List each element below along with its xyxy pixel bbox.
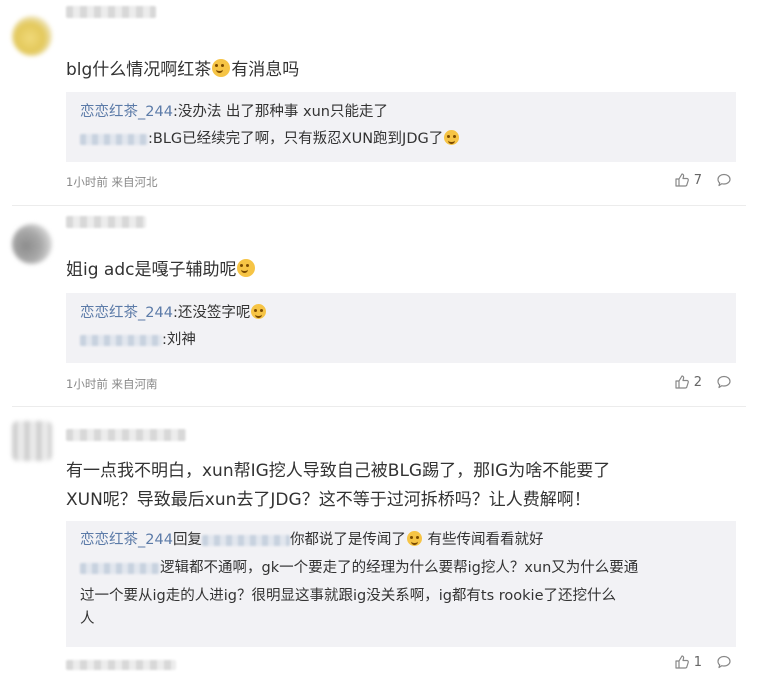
- comment-text: 有一点我不明白，xun帮IG挖人导致自己被BLG踢了，那IG为啥不能要了 XUN…: [66, 461, 611, 510]
- reply-author-blurred[interactable]: [80, 133, 148, 145]
- reply-item: 恋恋红茶_244:没办法 出了那种事 xun只能走了: [80, 104, 389, 120]
- comment-bubble-icon[interactable]: [716, 172, 732, 188]
- comment-card: blg什么情况啊红茶 有消息吗 恋恋红茶_244:没办法 出了那种事 xun只能走…: [0, 0, 758, 205]
- comment-actions: 1: [674, 654, 732, 670]
- reply-item: :刘神: [80, 329, 722, 352]
- reply-target-blurred[interactable]: [201, 534, 290, 546]
- reply-box: 恋恋红茶_244:还没签字呢 :刘神: [66, 293, 736, 363]
- crying-emoji-icon: [212, 59, 231, 77]
- reply-item: :BLG已经续完了啊，只有叛忍XUN跑到JDG了: [80, 128, 722, 151]
- sweat-emoji-icon: [251, 304, 267, 319]
- smug-emoji-icon: [237, 259, 256, 277]
- like-button[interactable]: 2: [674, 374, 702, 390]
- reply-author[interactable]: 恋恋红茶_244: [80, 532, 173, 548]
- thumbs-up-icon: [674, 654, 690, 670]
- reply-author-blurred[interactable]: [80, 334, 162, 346]
- comment-bubble-icon[interactable]: [716, 374, 732, 390]
- avatar[interactable]: [12, 421, 52, 461]
- like-count: 7: [693, 172, 702, 188]
- like-button[interactable]: 7: [674, 172, 702, 188]
- avatar[interactable]: [12, 224, 52, 264]
- comment-text: 姐ig adc是嘎子辅助呢: [66, 256, 734, 285]
- comment-actions: 2: [674, 374, 732, 390]
- comment-actions: 7: [674, 172, 732, 188]
- like-count: 2: [693, 374, 702, 390]
- username-blurred[interactable]: [66, 216, 146, 228]
- reply-author[interactable]: 恋恋红茶_244: [80, 305, 173, 321]
- avatar[interactable]: [12, 16, 52, 56]
- reply-item: 恋恋红茶_244回复 你都说了是传闻了 有些传闻看看就好: [80, 531, 544, 548]
- username-blurred[interactable]: [66, 429, 186, 441]
- reply-box: 恋恋红茶_244:没办法 出了那种事 xun只能走了 :BLG已经续完了啊，只有…: [66, 92, 736, 162]
- comment-meta: 1小时前 来自河南: [66, 377, 158, 391]
- username-blurred[interactable]: [66, 6, 156, 18]
- thumbs-up-icon: [674, 172, 690, 188]
- comment-card: 有一点我不明白，xun帮IG挖人导致自己被BLG踢了，那IG为啥不能要了 XUN…: [0, 407, 758, 693]
- comment-meta: 1小时前 来自河北: [66, 175, 158, 189]
- reply-box: 恋恋红茶_244回复 你都说了是传闻了 有些传闻看看就好 逻辑都不通啊，gk一个要…: [66, 521, 736, 647]
- reply-item: 逻辑都不通啊，gk一个要走了的经理为什么要帮ig挖人？xun又为什么要通 过一个…: [80, 560, 639, 627]
- meta-blurred: [66, 660, 176, 670]
- sweat-emoji-icon: [406, 531, 422, 546]
- thumbs-up-icon: [674, 374, 690, 390]
- reply-author[interactable]: 恋恋红茶_244: [80, 104, 173, 120]
- reply-author-blurred[interactable]: [80, 562, 160, 574]
- comment-bubble-icon[interactable]: [716, 654, 732, 670]
- smug-emoji-icon: [444, 130, 460, 145]
- comment-card: 姐ig adc是嘎子辅助呢 恋恋红茶_244:还没签字呢 :刘神 1小时前 来自…: [0, 206, 758, 406]
- like-count: 1: [693, 654, 702, 670]
- reply-item: 恋恋红茶_244:还没签字呢: [80, 302, 722, 325]
- comment-text: blg什么情况啊红茶 有消息吗: [66, 59, 300, 80]
- like-button[interactable]: 1: [674, 654, 702, 670]
